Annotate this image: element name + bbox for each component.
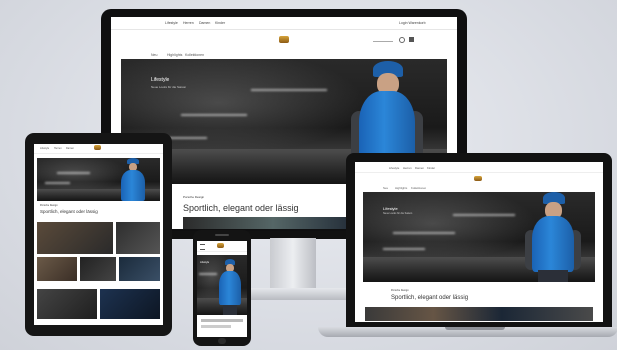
product-tile[interactable] [100,289,160,319]
brand-logo-icon[interactable] [474,176,482,181]
subnav-item[interactable]: Highlights [167,53,182,57]
product-tile[interactable] [37,289,97,319]
product-tile[interactable] [80,257,116,281]
menu-icon[interactable] [200,244,205,250]
nav-item[interactable]: Herren [54,147,62,150]
section-title: Sportlich, elegant oder lässig [183,203,299,213]
laptop-hero[interactable]: Lifestyle Neue Looks für die Saison [363,192,595,282]
brand-logo-icon[interactable] [279,36,289,43]
nav-item[interactable]: Lifestyle [389,166,399,170]
nav-item[interactable]: Damen [415,166,424,170]
tablet-top-nav: Lifestyle Herren Damen [34,144,163,154]
nav-item[interactable]: Herren [183,21,194,25]
nav-right-links[interactable]: Login Warenkorb [399,21,426,25]
monitor-stand [270,238,316,294]
subnav-item[interactable]: Highlights [395,186,407,190]
nav-item[interactable]: Damen [66,147,74,150]
section-eyebrow: Porsche Design [183,195,205,199]
section-eyebrow: Porsche Design [391,289,409,292]
tablet-screen: Lifestyle Herren Damen Porsche Design Sp… [34,144,163,325]
section-eyebrow: Porsche Design [40,204,58,207]
phone-hero-title: Lifestyle [200,261,210,264]
laptop-top-nav: Lifestyle Herren Damen Kinder [355,162,603,173]
section-title: Sportlich, elegant oder lässig [391,295,469,301]
home-button[interactable] [218,338,226,344]
brand-logo-icon[interactable] [94,145,101,150]
phone-header [197,241,247,252]
search-field[interactable] [373,38,393,42]
phone-device: Lifestyle [193,230,251,346]
product-tile[interactable] [37,257,77,281]
model-figure [117,158,149,201]
search-icon[interactable] [399,37,405,43]
nav-item[interactable]: Herren [403,166,412,170]
brand-logo-icon[interactable] [217,243,224,248]
nav-item[interactable]: Kinder [427,166,435,170]
hero-subtitle: Neue Looks für die Saison [383,212,413,215]
model-figure [217,259,243,315]
subnav-item[interactable]: Neu [383,186,388,190]
product-tile[interactable] [116,222,160,254]
product-tile[interactable] [119,257,160,281]
product-strip[interactable] [183,217,363,229]
phone-speaker [215,234,229,236]
nav-item[interactable]: Damen [199,21,210,25]
nav-item[interactable]: Lifestyle [40,147,49,150]
laptop-screen: Lifestyle Herren Damen Kinder Neu Highli… [355,162,603,322]
hero-title: Lifestyle [383,206,398,211]
subnav-item[interactable]: Kollektionen [411,186,426,190]
laptop-trackpad-notch [445,327,505,330]
nav-item[interactable]: Lifestyle [165,21,178,25]
subnav-item[interactable]: Kollektionen [185,53,204,57]
laptop-device: Lifestyle Herren Damen Kinder Neu Highli… [346,153,612,328]
product-tile[interactable] [37,222,113,254]
cart-icon[interactable] [409,37,414,42]
model-figure [523,192,583,282]
monitor-stand-base [235,288,351,300]
phone-screen: Lifestyle [197,241,247,337]
logo-strip [111,29,457,49]
product-strip[interactable] [365,307,593,321]
nav-item[interactable]: Kinder [215,21,225,25]
hero-title: Lifestyle [151,77,170,83]
text-line [201,319,243,322]
phone-hero[interactable]: Lifestyle [197,255,247,315]
tablet-device: Lifestyle Herren Damen Porsche Design Sp… [25,133,172,336]
tablet-hero[interactable] [37,158,160,201]
ceiling-light [251,89,327,91]
hero-subtitle: Neue Looks für die Saison [151,85,187,89]
ceiling-light [181,114,247,116]
section-title: Sportlich, elegant oder lässig [40,209,98,214]
subnav-item[interactable]: Neu [151,53,157,57]
text-line [201,325,231,328]
